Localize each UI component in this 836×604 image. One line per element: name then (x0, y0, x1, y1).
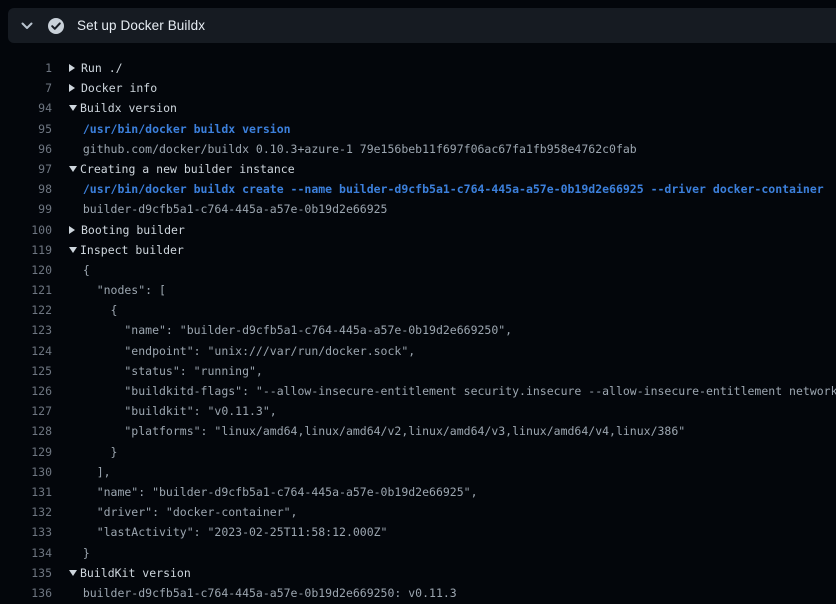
log-line: 125 "status": "running", (0, 361, 836, 381)
log-line: 124 "endpoint": "unix:///var/run/docker.… (0, 341, 836, 361)
log-line: 99 builder-d9cfb5a1-c764-445a-a57e-0b19d… (0, 199, 836, 219)
log-lines: 1Run ./7Docker info94Buildx version95 /u… (0, 58, 836, 603)
line-number-link[interactable]: 119 (0, 240, 52, 260)
collapse-arrow-icon[interactable] (69, 570, 77, 576)
line-number-link[interactable]: 133 (0, 522, 52, 542)
line-number-link[interactable]: 124 (0, 341, 52, 361)
expand-arrow-icon[interactable] (69, 226, 75, 234)
log-text: builder-d9cfb5a1-c764-445a-a57e-0b19d2e6… (52, 199, 388, 219)
log-text: } (52, 442, 117, 462)
line-number-link[interactable]: 135 (0, 563, 52, 583)
log-line: 132 "driver": "docker-container", (0, 502, 836, 522)
log-text: "driver": "docker-container", (52, 502, 297, 522)
log-line: 121 "nodes": [ (0, 280, 836, 300)
line-number-link[interactable]: 100 (0, 220, 52, 240)
log-text: "buildkit": "v0.11.3", (52, 401, 277, 421)
line-number-link[interactable]: 1 (0, 58, 52, 78)
line-number-link[interactable]: 131 (0, 482, 52, 502)
line-number-link[interactable]: 130 (0, 462, 52, 482)
log-line: 127 "buildkit": "v0.11.3", (0, 401, 836, 421)
log-line: 133 "lastActivity": "2023-02-25T11:58:12… (0, 522, 836, 542)
log-line: 100Booting builder (0, 220, 836, 240)
expand-arrow-icon[interactable] (69, 64, 75, 72)
group-header[interactable]: Buildx version (52, 98, 177, 118)
collapse-arrow-icon[interactable] (69, 166, 77, 172)
log-line: 96 github.com/docker/buildx 0.10.3+azure… (0, 139, 836, 159)
chevron-down-icon[interactable] (21, 22, 33, 30)
log-text: { (52, 300, 117, 320)
log-text: "buildkitd-flags": "--allow-insecure-ent… (52, 381, 836, 401)
line-number-link[interactable]: 128 (0, 421, 52, 441)
line-number-link[interactable]: 125 (0, 361, 52, 381)
log-line: 129 } (0, 442, 836, 462)
log-line: 136 builder-d9cfb5a1-c764-445a-a57e-0b19… (0, 583, 836, 603)
line-number-link[interactable]: 98 (0, 179, 52, 199)
log-line: 95 /usr/bin/docker buildx version (0, 119, 836, 139)
log-text: "name": "builder-d9cfb5a1-c764-445a-a57e… (52, 482, 478, 502)
log-line: 120 { (0, 260, 836, 280)
log-text: builder-d9cfb5a1-c764-445a-a57e-0b19d2e6… (52, 583, 457, 603)
line-number-link[interactable]: 123 (0, 320, 52, 340)
line-number-link[interactable]: 7 (0, 78, 52, 98)
log-line: 134 } (0, 543, 836, 563)
group-header[interactable]: Docker info (52, 78, 157, 98)
log-line: 131 "name": "builder-d9cfb5a1-c764-445a-… (0, 482, 836, 502)
line-number-link[interactable]: 129 (0, 442, 52, 462)
line-number-link[interactable]: 95 (0, 119, 52, 139)
collapse-arrow-icon[interactable] (69, 105, 77, 111)
log-text: /usr/bin/docker buildx create --name bui… (52, 179, 824, 199)
line-number-link[interactable]: 126 (0, 381, 52, 401)
log-line: 130 ], (0, 462, 836, 482)
check-circle-icon (47, 17, 65, 35)
line-number-link[interactable]: 127 (0, 401, 52, 421)
log-text: "lastActivity": "2023-02-25T11:58:12.000… (52, 522, 388, 542)
log-line: 97Creating a new builder instance (0, 159, 836, 179)
expand-arrow-icon[interactable] (69, 84, 75, 92)
log-text: "name": "builder-d9cfb5a1-c764-445a-a57e… (52, 320, 512, 340)
step-header[interactable]: Set up Docker Buildx (8, 8, 836, 43)
group-header[interactable]: BuildKit version (52, 563, 191, 583)
log-line: 119Inspect builder (0, 240, 836, 260)
group-header[interactable]: Run ./ (52, 58, 123, 78)
log-line: 94Buildx version (0, 98, 836, 118)
group-header[interactable]: Booting builder (52, 220, 185, 240)
log-text: ], (52, 462, 111, 482)
log-line: 1Run ./ (0, 58, 836, 78)
log-line: 122 { (0, 300, 836, 320)
line-number-link[interactable]: 136 (0, 583, 52, 603)
line-number-link[interactable]: 122 (0, 300, 52, 320)
log-text: /usr/bin/docker buildx version (52, 119, 291, 139)
log-text: { (52, 260, 90, 280)
line-number-link[interactable]: 120 (0, 260, 52, 280)
line-number-link[interactable]: 99 (0, 199, 52, 219)
log-text: github.com/docker/buildx 0.10.3+azure-1 … (52, 139, 637, 159)
log-line: 128 "platforms": "linux/amd64,linux/amd6… (0, 421, 836, 441)
step-title: Set up Docker Buildx (77, 18, 205, 33)
line-number-link[interactable]: 96 (0, 139, 52, 159)
log-text: } (52, 543, 90, 563)
log-line: 135BuildKit version (0, 563, 836, 583)
line-number-link[interactable]: 121 (0, 280, 52, 300)
group-header[interactable]: Creating a new builder instance (52, 159, 295, 179)
log-line: 98 /usr/bin/docker buildx create --name … (0, 179, 836, 199)
log-text: "nodes": [ (52, 280, 166, 300)
line-number-link[interactable]: 134 (0, 543, 52, 563)
log-text: "platforms": "linux/amd64,linux/amd64/v2… (52, 421, 685, 441)
log-line: 123 "name": "builder-d9cfb5a1-c764-445a-… (0, 320, 836, 340)
line-number-link[interactable]: 132 (0, 502, 52, 522)
log-text: "endpoint": "unix:///var/run/docker.sock… (52, 341, 415, 361)
collapse-arrow-icon[interactable] (69, 247, 77, 253)
line-number-link[interactable]: 94 (0, 98, 52, 118)
line-number-link[interactable]: 97 (0, 159, 52, 179)
log-line: 7Docker info (0, 78, 836, 98)
group-header[interactable]: Inspect builder (52, 240, 184, 260)
log-line: 126 "buildkitd-flags": "--allow-insecure… (0, 381, 836, 401)
log-text: "status": "running", (52, 361, 263, 381)
